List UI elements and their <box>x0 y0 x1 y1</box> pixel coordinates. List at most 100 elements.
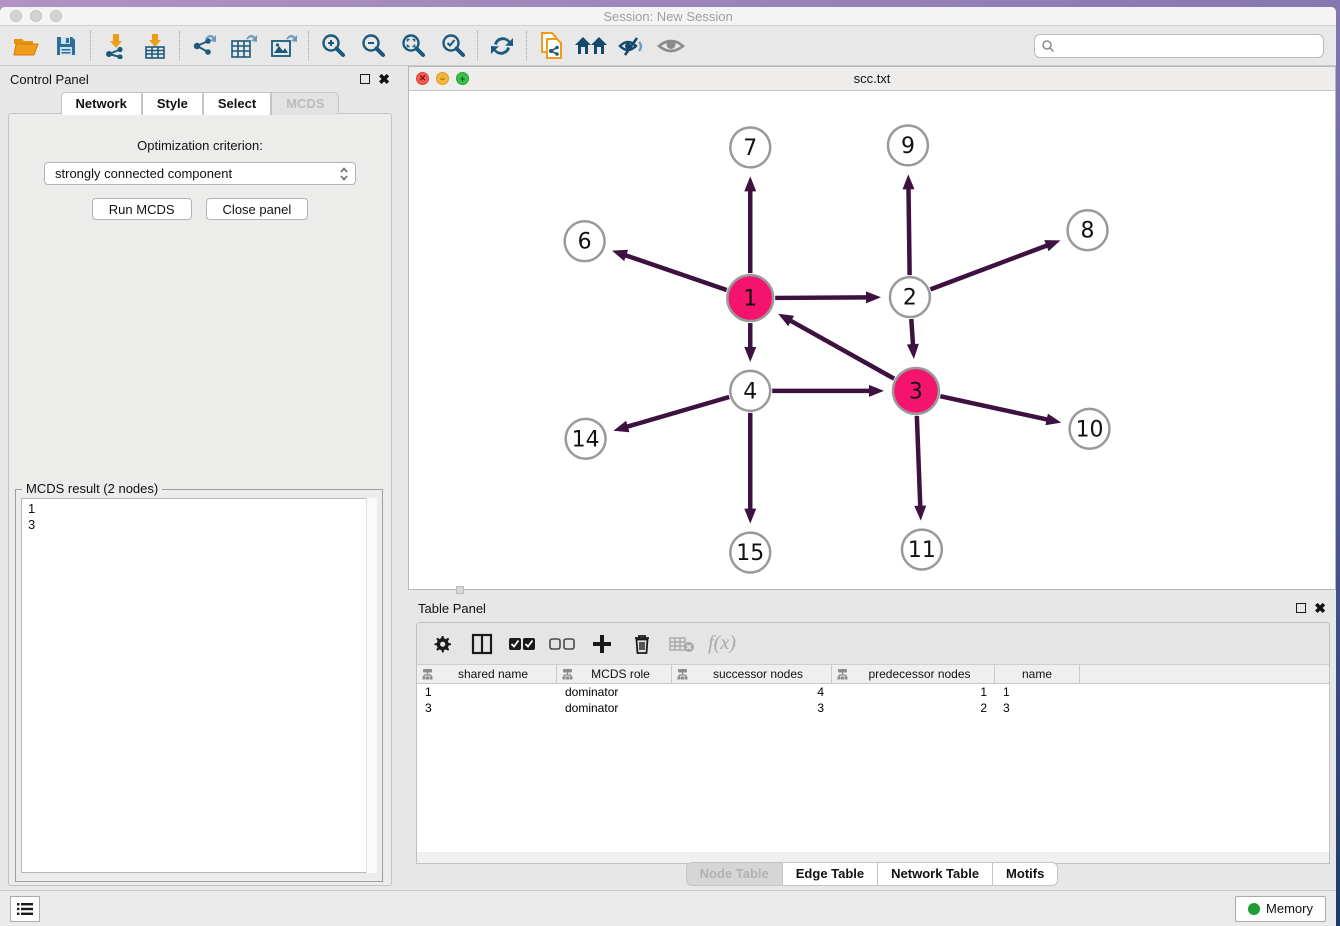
network-window: ✕ − + scc.txt 7968124314101511 <box>408 66 1336 590</box>
close-panel-button[interactable]: Close panel <box>206 198 309 220</box>
zoom-out-icon <box>360 33 386 59</box>
edge-1-7 <box>744 176 756 191</box>
zoom-fit-icon <box>400 33 426 59</box>
table-delete-table-button <box>667 629 697 659</box>
toolbar-separator <box>477 31 478 61</box>
table-row[interactable]: 3 dominator 3 2 3 <box>417 700 1329 716</box>
graph-node-label-10: 10 <box>1076 417 1104 442</box>
network-graph[interactable]: 7968124314101511 <box>409 91 1335 589</box>
table-panel-close-icon[interactable]: ✖ <box>1314 603 1326 613</box>
toolbar-separator <box>308 31 309 61</box>
select-all-icon <box>509 637 535 651</box>
main-toolbar <box>0 26 1336 66</box>
clone-network-button[interactable] <box>531 29 571 63</box>
table-select-all-button[interactable] <box>507 629 537 659</box>
import-table-button[interactable] <box>135 29 175 63</box>
control-panel-float-icon[interactable] <box>360 74 370 84</box>
export-table-button[interactable] <box>224 29 264 63</box>
table-header-row: shared name MCDS role successor nodes <box>417 665 1329 684</box>
table-panel: Table Panel ✖ <box>408 596 1336 886</box>
status-bar: Memory <box>0 890 1336 926</box>
graph-node-label-4: 4 <box>743 379 757 404</box>
control-panel-title: Control Panel <box>10 72 89 87</box>
table-split-view-button[interactable] <box>467 629 497 659</box>
fx-icon: f(x) <box>708 632 736 655</box>
save-session-button[interactable] <box>46 29 86 63</box>
table-panel-float-icon[interactable] <box>1296 603 1306 613</box>
zoom-in-button[interactable] <box>313 29 353 63</box>
tab-network-table[interactable]: Network Table <box>878 862 993 886</box>
open-folder-icon <box>13 35 39 57</box>
zoom-fit-button[interactable] <box>393 29 433 63</box>
open-session-button[interactable] <box>6 29 46 63</box>
control-panel: Control Panel ✖ Network Style Select MCD… <box>0 66 400 890</box>
control-panel-close-icon[interactable]: ✖ <box>378 74 390 84</box>
table-tabs: Node Table Edge Table Network Table Moti… <box>408 862 1336 886</box>
zoom-in-icon <box>320 33 346 59</box>
column-header-predecessor-nodes[interactable]: predecessor nodes <box>832 665 995 683</box>
zoom-out-button[interactable] <box>353 29 393 63</box>
task-history-button[interactable] <box>10 896 40 922</box>
tab-edge-table[interactable]: Edge Table <box>783 862 878 886</box>
tab-select[interactable]: Select <box>203 92 271 115</box>
table-deselect-all-button[interactable] <box>547 629 577 659</box>
edge-3-1 <box>778 314 794 327</box>
mcds-result-title: MCDS result (2 nodes) <box>22 481 162 496</box>
zoom-selected-button[interactable] <box>433 29 473 63</box>
column-type-icon <box>676 668 689 680</box>
search-input[interactable] <box>1034 34 1324 58</box>
column-header-mcds-role[interactable]: MCDS role <box>557 665 672 683</box>
memory-button[interactable]: Memory <box>1235 896 1326 922</box>
run-mcds-button[interactable]: Run MCDS <box>92 198 192 220</box>
table-row[interactable]: 1 dominator 4 1 1 <box>417 684 1329 700</box>
edge-1-4 <box>744 347 756 362</box>
table-panel-inner: f(x) shared name MCDS role <box>416 622 1330 864</box>
edge-4-3 <box>869 385 884 397</box>
result-scrollbar[interactable] <box>366 498 377 873</box>
show-all-button[interactable] <box>651 29 691 63</box>
table-add-column-button[interactable] <box>587 629 617 659</box>
refresh-icon <box>489 33 515 59</box>
eye-icon <box>656 35 686 57</box>
hide-selected-button[interactable] <box>611 29 651 63</box>
list-icon <box>16 901 34 917</box>
tab-motifs[interactable]: Motifs <box>993 862 1058 886</box>
memory-label: Memory <box>1266 901 1313 916</box>
tab-style[interactable]: Style <box>142 92 203 115</box>
clone-network-icon <box>538 32 564 60</box>
column-type-icon <box>561 668 574 680</box>
column-header-successor-nodes[interactable]: successor nodes <box>672 665 832 683</box>
export-network-button[interactable] <box>184 29 224 63</box>
graph-node-label-14: 14 <box>572 427 600 452</box>
column-header-shared-name[interactable]: shared name <box>417 665 557 683</box>
window-title: Session: New Session <box>0 9 1336 24</box>
table-settings-button[interactable] <box>427 629 457 659</box>
column-type-icon <box>836 668 849 680</box>
mcds-result-group: MCDS result (2 nodes) 1 3 <box>15 489 383 882</box>
criterion-select[interactable]: strongly connected component <box>44 162 356 185</box>
graph-node-label-8: 8 <box>1081 219 1095 244</box>
graph-node-label-6: 6 <box>578 230 592 255</box>
tab-network[interactable]: Network <box>61 92 142 115</box>
table-toolbar: f(x) <box>417 623 1329 665</box>
network-window-title: scc.txt <box>409 71 1335 86</box>
search-icon <box>1041 39 1055 53</box>
refresh-button[interactable] <box>482 29 522 63</box>
import-network-button[interactable] <box>95 29 135 63</box>
home-layout-button[interactable] <box>571 29 611 63</box>
content-area: Control Panel ✖ Network Style Select MCD… <box>0 66 1336 890</box>
export-network-icon <box>191 33 217 59</box>
table-delete-column-button[interactable] <box>627 629 657 659</box>
app-window: Session: New Session <box>0 7 1336 926</box>
mcds-result-text[interactable]: 1 3 <box>21 498 377 873</box>
column-header-name[interactable]: name <box>995 665 1080 683</box>
eye-slash-icon <box>617 34 645 58</box>
table-function-builder-button: f(x) <box>707 629 737 659</box>
toolbar-search <box>1034 34 1324 58</box>
delete-table-icon <box>669 635 695 653</box>
splitter-handle[interactable] <box>456 586 464 594</box>
edge-1-2 <box>866 291 881 303</box>
tab-mcds[interactable]: MCDS <box>271 92 339 115</box>
tab-node-table[interactable]: Node Table <box>686 862 783 886</box>
export-image-button[interactable] <box>264 29 304 63</box>
